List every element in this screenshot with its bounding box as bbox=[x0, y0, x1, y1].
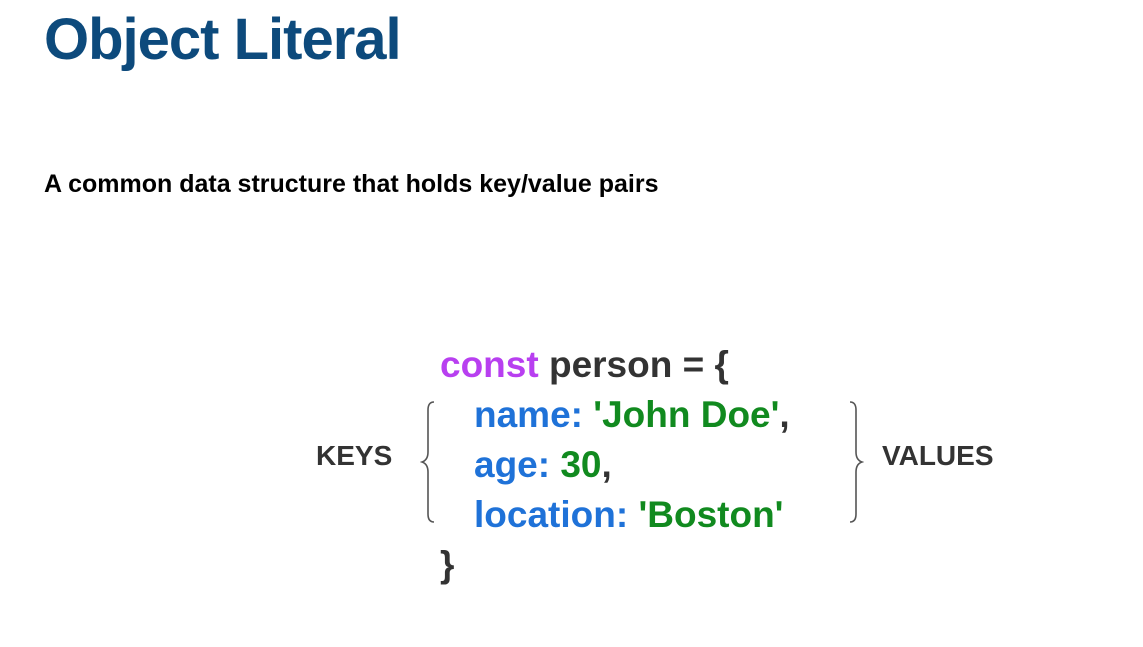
code-value: 30 bbox=[560, 444, 602, 485]
values-label: VALUES bbox=[882, 440, 994, 471]
code-line-location: location: 'Boston' bbox=[440, 490, 790, 540]
code-line-age: age: 30, bbox=[440, 440, 790, 490]
keys-label: KEYS bbox=[316, 440, 393, 471]
code-block: const person = { name: 'John Doe', age: … bbox=[440, 340, 790, 590]
code-key: location: bbox=[474, 494, 629, 535]
code-value: 'Boston' bbox=[638, 494, 784, 535]
code-key: age: bbox=[474, 444, 551, 485]
code-suffix: , bbox=[601, 444, 612, 485]
code-keyword: const bbox=[440, 344, 539, 385]
code-suffix: , bbox=[779, 394, 790, 435]
code-key: name: bbox=[474, 394, 583, 435]
values-brace-icon bbox=[849, 401, 864, 523]
keys-brace-icon bbox=[420, 401, 435, 523]
code-line-declaration: const person = { bbox=[440, 340, 790, 390]
slide-title: Object Literal bbox=[44, 7, 402, 72]
code-declaration: person = { bbox=[538, 344, 729, 385]
slide: Object Literal A common data structure t… bbox=[0, 0, 1143, 647]
code-closing-brace: } bbox=[440, 544, 455, 585]
code-line-name: name: 'John Doe', bbox=[440, 390, 790, 440]
slide-subtitle: A common data structure that holds key/v… bbox=[44, 170, 659, 198]
code-value: 'John Doe' bbox=[593, 394, 780, 435]
